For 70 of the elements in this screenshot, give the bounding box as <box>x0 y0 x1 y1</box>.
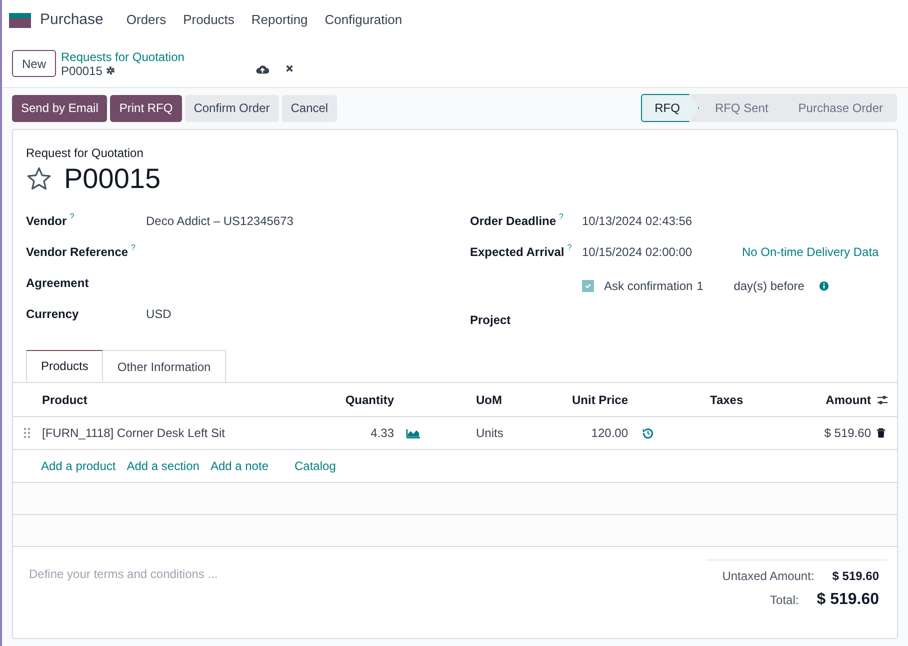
sliders-icon <box>876 394 889 406</box>
action-button[interactable]: Send by Email <box>12 94 108 122</box>
field-label: Project <box>470 312 511 328</box>
column-header[interactable]: Quantity <box>301 390 399 408</box>
help-mark[interactable]: ? <box>559 212 564 220</box>
app-name[interactable]: Purchase <box>40 8 104 32</box>
field-label: Agreement <box>26 274 89 292</box>
form-subtitle: Request for Quotation <box>26 145 144 162</box>
add-link[interactable]: Add a note <box>210 457 268 475</box>
days-field[interactable]: 1 <box>696 276 734 294</box>
field-label: Order Deadline <box>470 212 556 230</box>
help-mark[interactable]: ? <box>567 242 572 252</box>
column-header[interactable]: Product <box>37 390 301 408</box>
menu-item[interactable]: Products <box>183 10 234 30</box>
field-label: Expected Arrival <box>470 244 564 260</box>
gear-icon <box>105 65 116 76</box>
field-value[interactable]: USD <box>146 304 172 322</box>
status-step[interactable]: Purchase Order <box>782 94 897 122</box>
tab[interactable]: Products <box>26 350 104 382</box>
chart-icon <box>406 427 421 439</box>
history-icon <box>642 427 654 439</box>
menu-item[interactable]: Reporting <box>251 10 308 30</box>
field-value[interactable]: 10/15/2024 02:00:00 <box>582 242 742 260</box>
trash-icon <box>876 427 886 439</box>
total-label: Total: <box>770 592 799 609</box>
checkbox[interactable] <box>582 280 594 292</box>
action-button[interactable]: Print RFQ <box>110 94 182 122</box>
column-header[interactable]: Amount <box>791 390 876 408</box>
untaxed-value: $ 519.60 <box>832 568 879 585</box>
drag-handle-icon <box>23 427 31 439</box>
star-icon[interactable] <box>26 166 52 192</box>
field-value[interactable]: Deco Addict – US12345673 <box>146 212 294 230</box>
menu-item[interactable]: Orders <box>126 10 166 30</box>
field-label: day(s) before <box>734 278 804 294</box>
field-value[interactable]: 10/13/2024 02:43:56 <box>582 212 742 230</box>
new-button[interactable]: New <box>12 50 56 77</box>
table-cell-text: 4.33 <box>370 425 395 442</box>
field-label: Vendor Reference <box>26 244 128 260</box>
field-label: Vendor <box>26 212 67 230</box>
add-link[interactable]: Add a section <box>126 457 200 475</box>
column-header[interactable]: UoM <box>471 390 561 408</box>
record-title: P00015 <box>64 162 161 196</box>
table-cell-text: $ 519.60 <box>823 425 872 442</box>
total-value: $ 519.60 <box>816 590 879 610</box>
action-button[interactable]: Confirm Order <box>184 94 279 122</box>
info-icon <box>819 280 830 290</box>
column-header[interactable]: Unit Price <box>561 390 633 408</box>
help-mark[interactable]: ? <box>70 212 74 220</box>
add-link[interactable]: Catalog <box>294 457 336 475</box>
field-label: Currency <box>26 306 79 322</box>
table-cell-text: 120.00 <box>590 425 629 442</box>
close-icon <box>285 64 294 73</box>
table-cell-text: Units <box>475 425 504 442</box>
help-mark[interactable]: ? <box>131 242 136 252</box>
tab[interactable]: Other Information <box>103 350 226 382</box>
checkbox-label: Ask confirmation <box>604 278 693 294</box>
status-step[interactable]: RFQ <box>640 94 699 122</box>
menu-item[interactable]: Configuration <box>324 10 402 30</box>
table-cell-text: [FURN_1118] Corner Desk Left Sit <box>41 425 226 442</box>
action-button[interactable]: Cancel <box>282 94 338 122</box>
status-step[interactable]: RFQ Sent <box>698 94 782 122</box>
column-header[interactable]: Taxes <box>705 390 791 408</box>
app-logo-icon <box>9 12 31 28</box>
record-name: P00015 <box>61 64 102 78</box>
cloud-upload-icon <box>256 62 270 74</box>
total-label: Untaxed Amount: <box>722 568 814 585</box>
check-icon <box>584 282 592 290</box>
delivery-data-link[interactable]: No On-time Delivery Data <box>742 242 879 260</box>
add-link[interactable]: Add a product <box>41 457 116 475</box>
breadcrumb-link[interactable]: Requests for Quotation <box>61 50 184 64</box>
